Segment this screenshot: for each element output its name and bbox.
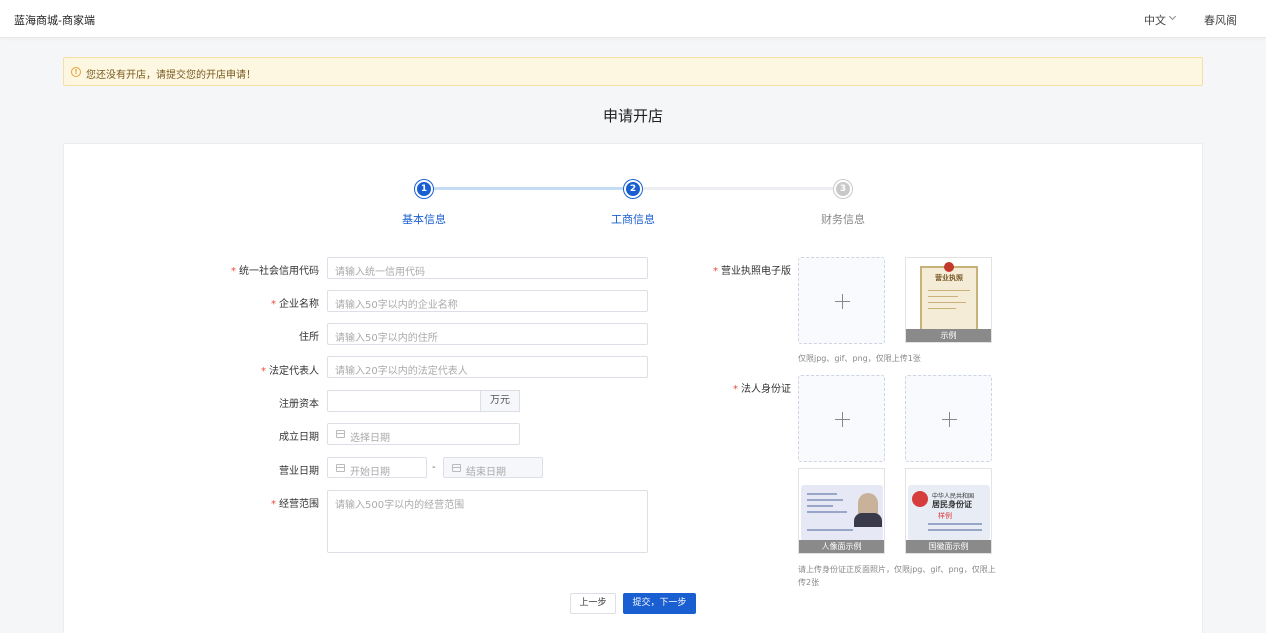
calendar-icon bbox=[452, 464, 461, 472]
start-date-picker[interactable]: 开始日期 bbox=[327, 457, 427, 478]
capital-label: 注册资本 bbox=[279, 399, 319, 410]
end-date-picker[interactable]: 结束日期 bbox=[443, 457, 543, 478]
company-name-input[interactable]: 请输入50字以内的企业名称 bbox=[327, 290, 648, 312]
step-1-label: 基本信息 bbox=[402, 213, 446, 226]
top-bar: 蓝海商城-商家端 中文 春风阁 bbox=[0, 0, 1266, 38]
prev-button[interactable]: 上一步 bbox=[570, 593, 616, 614]
step-3-label: 财务信息 bbox=[821, 213, 865, 226]
warning-alert: ! 您还没有开店，请提交您的开店申请！ bbox=[63, 57, 1203, 86]
submit-next-button[interactable]: 提交，下一步 bbox=[623, 593, 696, 614]
scope-textarea[interactable]: 请输入500字以内的经营范围 bbox=[327, 490, 648, 553]
id-front-sample: 人像面示例 bbox=[798, 468, 885, 554]
user-name[interactable]: 春风阁 bbox=[1204, 12, 1237, 28]
company-name-label: * 企业名称 bbox=[271, 299, 319, 310]
warning-icon: ! bbox=[71, 67, 81, 77]
id-back-caption: 国徽面示例 bbox=[906, 540, 991, 553]
id-back-upload[interactable] bbox=[905, 375, 992, 462]
license-sample-caption: 示例 bbox=[906, 329, 991, 342]
business-term-label: 营业日期 bbox=[279, 466, 319, 477]
license-hint: 仅限jpg、gif、png，仅限上传1张 bbox=[798, 354, 921, 363]
language-selector[interactable]: 中文 bbox=[1144, 12, 1166, 28]
chevron-down-icon[interactable] bbox=[1168, 12, 1177, 21]
id-front-caption: 人像面示例 bbox=[799, 540, 884, 553]
brand-title: 蓝海商城-商家端 bbox=[14, 14, 95, 27]
address-input[interactable]: 请输入50字以内的住所 bbox=[327, 323, 648, 345]
credit-code-input[interactable]: 请输入统一信用代码 bbox=[327, 257, 648, 279]
step-1-marker: 1 bbox=[415, 180, 433, 198]
license-sample-image: 营业执照 bbox=[920, 262, 978, 332]
step-3-marker: 3 bbox=[834, 180, 852, 198]
id-front-upload[interactable] bbox=[798, 375, 885, 462]
calendar-icon bbox=[336, 464, 345, 472]
founded-label: 成立日期 bbox=[279, 432, 319, 443]
date-range-separator: - bbox=[432, 462, 436, 473]
capital-input[interactable] bbox=[327, 390, 481, 412]
page-title: 申请开店 bbox=[602, 107, 663, 125]
step-connector-1 bbox=[432, 187, 626, 190]
id-back-title-2: 居民身份证 bbox=[932, 500, 972, 509]
legal-rep-label: * 法定代表人 bbox=[261, 366, 319, 377]
license-upload[interactable] bbox=[798, 257, 885, 344]
alert-text: 您还没有开店，请提交您的开店申请！ bbox=[86, 70, 256, 81]
step-2-label: 工商信息 bbox=[611, 213, 655, 226]
id-card-label: * 法人身份证 bbox=[733, 384, 791, 395]
capital-unit: 万元 bbox=[480, 390, 520, 412]
step-connector-2 bbox=[642, 187, 834, 190]
id-back-sample: 中华人民共和国 居民身份证 样例 国徽面示例 bbox=[905, 468, 992, 554]
license-sample: 营业执照 示例 bbox=[905, 257, 992, 343]
license-sample-title: 营业执照 bbox=[935, 274, 963, 282]
founded-date-picker[interactable]: 选择日期 bbox=[327, 423, 520, 445]
sample-stamp: 样例 bbox=[938, 512, 952, 520]
id-back-sample-image: 中华人民共和国 居民身份证 样例 bbox=[908, 485, 990, 541]
license-label: * 营业执照电子版 bbox=[713, 266, 791, 277]
step-2-marker: 2 bbox=[624, 180, 642, 198]
address-label: 住所 bbox=[299, 332, 319, 343]
id-front-sample-image bbox=[801, 485, 883, 541]
calendar-icon bbox=[336, 430, 345, 438]
legal-rep-input[interactable]: 请输入20字以内的法定代表人 bbox=[327, 356, 648, 378]
credit-code-label: * 统一社会信用代码 bbox=[231, 266, 319, 277]
id-hint: 请上传身份证正反面照片，仅限jpg、gif、png，仅限上 传2张 bbox=[798, 565, 996, 587]
scope-label: * 经营范围 bbox=[271, 499, 319, 510]
